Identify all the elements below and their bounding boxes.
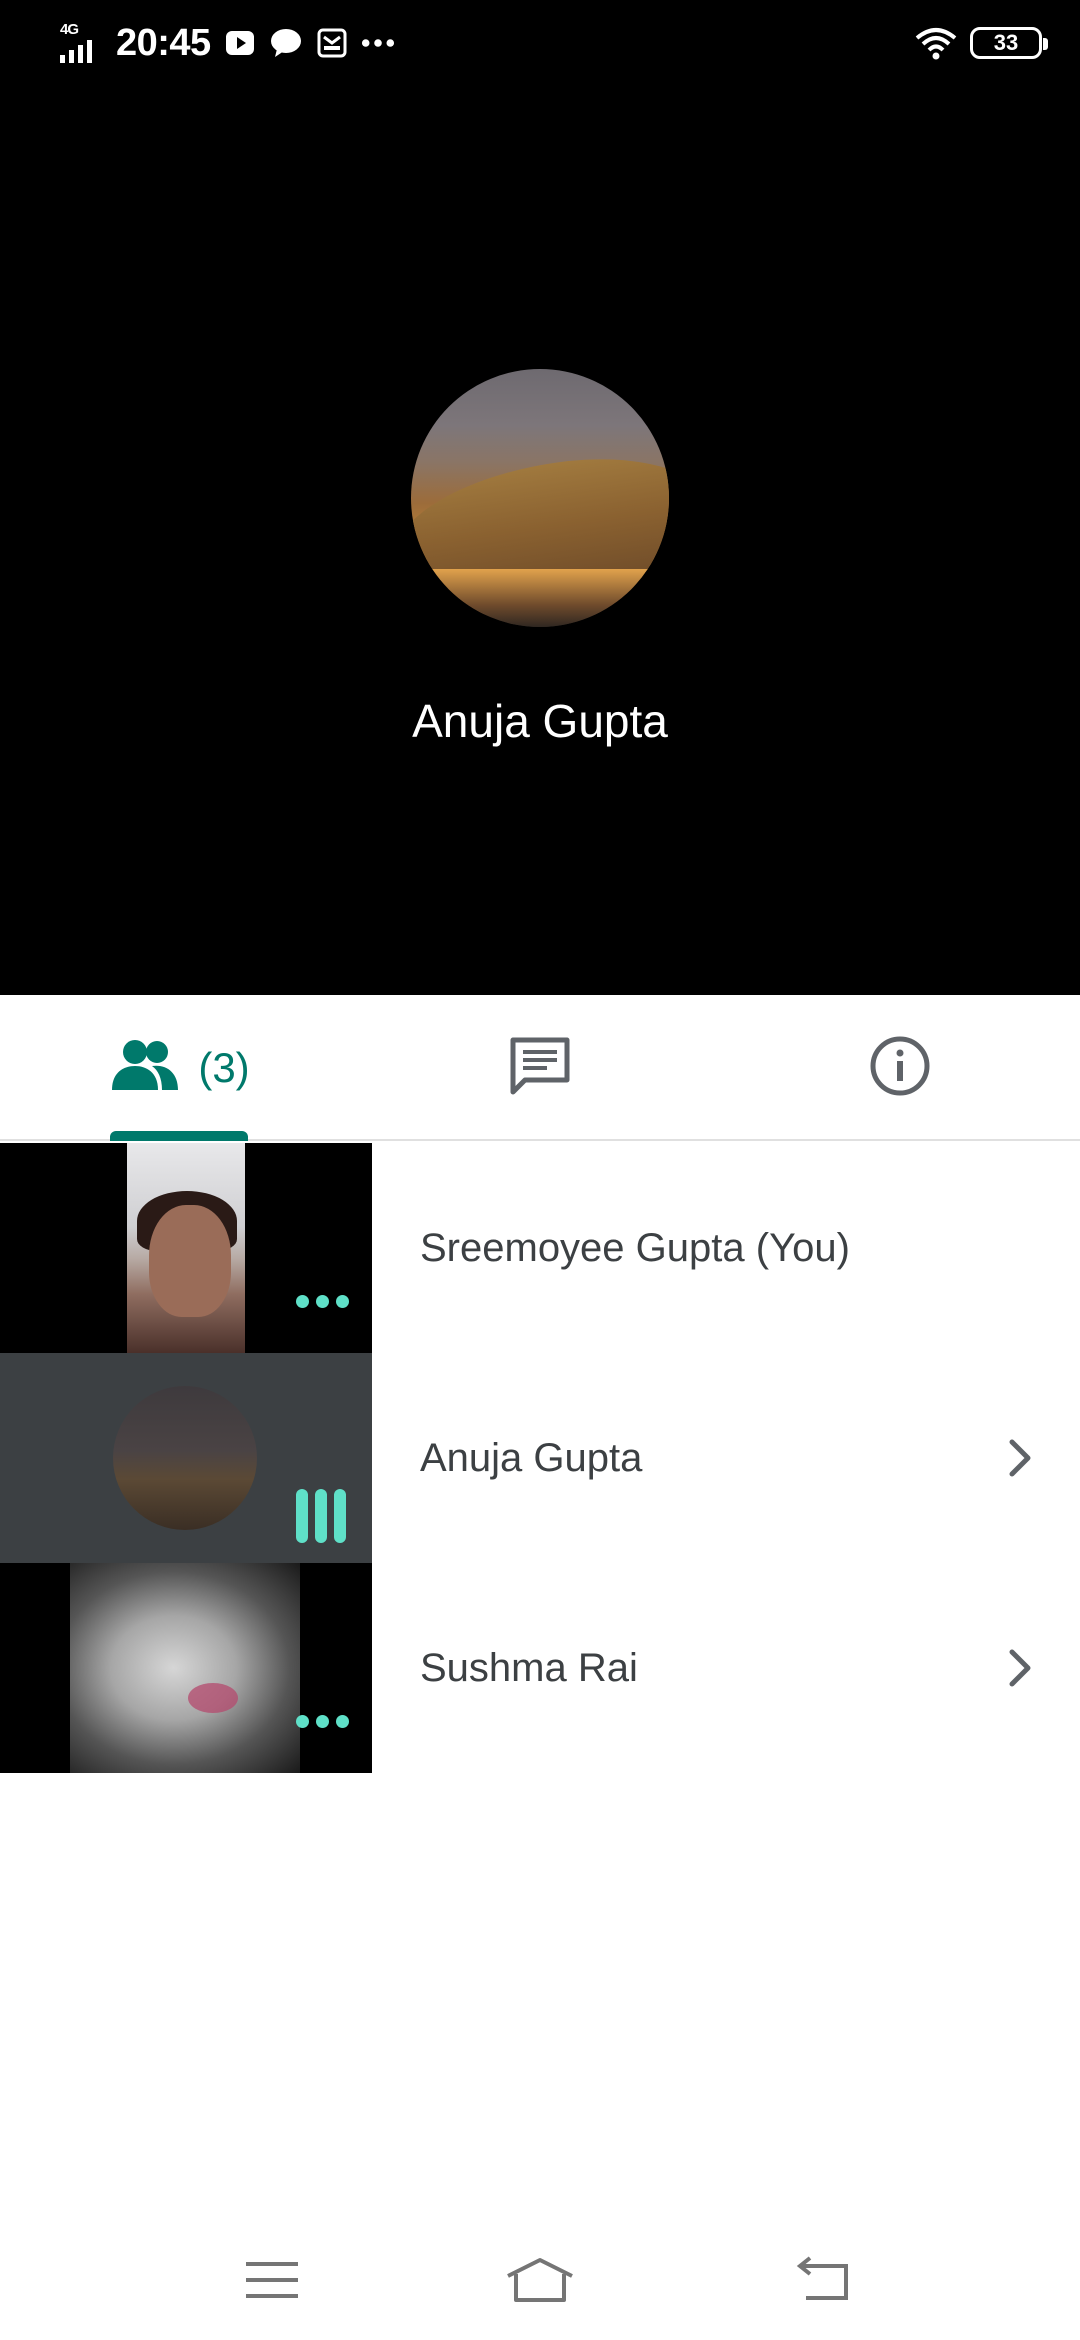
back-icon[interactable] <box>782 2240 862 2320</box>
battery-icon: 33 <box>970 27 1048 59</box>
video-stage[interactable]: 4G 20:45 33 Anuja Gupta <box>0 0 1080 995</box>
participant-row[interactable]: Sreemoyee Gupta (You) <box>0 1143 1080 1353</box>
chevron-right-icon[interactable] <box>1000 1643 1040 1693</box>
tab-chat[interactable] <box>360 995 720 1141</box>
participant-video-tile <box>0 1353 372 1563</box>
cellular-signal-icon: 4G <box>58 21 104 65</box>
wifi-icon <box>914 26 958 60</box>
status-bar: 4G 20:45 33 <box>0 0 1080 86</box>
participant-row[interactable]: Sushma Rai <box>0 1563 1080 1773</box>
people-icon <box>110 1038 180 1099</box>
home-icon[interactable] <box>500 2240 580 2320</box>
youtube-notification-icon <box>223 26 257 60</box>
more-options-icon[interactable] <box>296 1295 349 1308</box>
network-type: 4G <box>60 21 79 38</box>
participant-name: Anuja Gupta <box>420 1435 643 1480</box>
more-options-icon[interactable] <box>296 1715 349 1728</box>
speaker-name: Anuja Gupta <box>412 695 668 747</box>
battery-level: 33 <box>993 30 1019 55</box>
clock: 20:45 <box>116 21 211 64</box>
menu-icon[interactable] <box>232 2240 312 2320</box>
participant-video-tile <box>0 1143 372 1353</box>
participant-avatar <box>113 1386 257 1530</box>
chevron-right-icon[interactable] <box>1000 1433 1040 1483</box>
speaking-indicator-icon <box>296 1489 346 1543</box>
tab-people[interactable]: (3) <box>0 995 360 1141</box>
participant-list: Sreemoyee Gupta (You) Anuja Gupta Sushma… <box>0 1143 1080 1773</box>
tab-info[interactable] <box>720 995 1080 1141</box>
mail-notification-icon <box>315 26 349 60</box>
participant-count: (3) <box>198 1044 250 1091</box>
chat-notification-icon <box>269 26 303 60</box>
active-tab-indicator <box>110 1131 248 1141</box>
participant-video-tile <box>0 1563 372 1773</box>
participant-row[interactable]: Anuja Gupta <box>0 1353 1080 1563</box>
speaker-avatar <box>411 369 669 627</box>
participant-name: Sreemoyee Gupta (You) <box>420 1225 850 1270</box>
tab-bar: (3) <box>0 995 1080 1141</box>
info-icon <box>869 1035 931 1102</box>
system-navigation-bar <box>0 2220 1080 2340</box>
chat-icon <box>509 1036 571 1101</box>
participant-name: Sushma Rai <box>420 1645 638 1690</box>
more-notifications-icon <box>361 26 395 60</box>
